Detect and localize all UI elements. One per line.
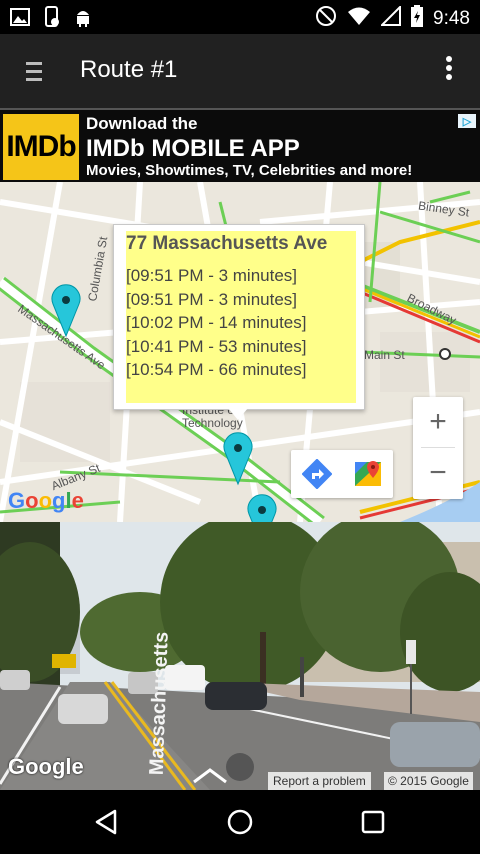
google-logo: Google bbox=[8, 754, 84, 779]
arrival-time: [10:02 PM - 14 minutes] bbox=[126, 313, 307, 332]
app-bar: Route #1 bbox=[0, 34, 480, 108]
street-view[interactable]: Massachusetts Google Report a problem © … bbox=[0, 522, 480, 790]
copyright-label: © 2015 Google bbox=[384, 772, 473, 790]
imdb-logo: IMDb bbox=[3, 114, 79, 180]
route-pin[interactable] bbox=[246, 492, 278, 522]
arrival-time: [09:51 PM - 3 minutes] bbox=[126, 266, 298, 285]
map-view[interactable]: Binney St Columbia St Massachusetts Ave … bbox=[0, 182, 480, 522]
info-window-content: 77 Massachusetts Ave [09:51 PM - 3 minut… bbox=[126, 231, 356, 403]
ad-line-2: IMDb MOBILE APP bbox=[86, 135, 300, 162]
ad-banner[interactable]: IMDb Download the IMDb MOBILE APP Movies… bbox=[0, 108, 480, 182]
home-button[interactable] bbox=[222, 806, 258, 838]
street-view-image bbox=[0, 522, 480, 790]
page-title: Route #1 bbox=[80, 56, 178, 83]
arrival-time: [10:54 PM - 66 minutes] bbox=[126, 360, 307, 379]
directions-icon bbox=[301, 459, 332, 489]
arrival-list: [09:51 PM - 3 minutes] [09:51 PM - 3 min… bbox=[126, 264, 306, 382]
zoom-in-button[interactable]: + bbox=[413, 397, 463, 447]
phone-sync-icon bbox=[44, 6, 60, 33]
map-toolbar bbox=[291, 450, 393, 498]
system-nav-bar bbox=[0, 790, 480, 854]
hamburger-icon[interactable] bbox=[26, 62, 42, 82]
street-view-arrow-icon[interactable] bbox=[192, 768, 228, 784]
back-button[interactable] bbox=[88, 806, 124, 838]
stop-title: 77 Massachusetts Ave bbox=[126, 233, 328, 254]
gallery-icon bbox=[10, 8, 30, 31]
status-bar: 9:48 bbox=[0, 0, 480, 34]
recents-button[interactable] bbox=[355, 806, 391, 838]
route-pin[interactable] bbox=[222, 430, 254, 486]
arrival-time: [10:41 PM - 53 minutes] bbox=[126, 336, 307, 356]
street-label: Main St bbox=[364, 348, 405, 362]
open-maps-button[interactable] bbox=[342, 450, 393, 498]
adchoices-icon[interactable]: ▷ bbox=[458, 114, 476, 128]
battery-icon bbox=[411, 5, 424, 32]
arrival-time: [09:51 PM - 3 minutes] bbox=[126, 289, 298, 309]
route-pin[interactable] bbox=[50, 282, 82, 338]
recents-icon bbox=[361, 810, 385, 834]
ad-line-1: Download the bbox=[86, 114, 198, 133]
report-problem-link[interactable]: Report a problem bbox=[268, 772, 371, 790]
screen: 9:48 Route #1 IMDb Download the IMDb MOB… bbox=[0, 0, 480, 854]
wifi-icon bbox=[347, 6, 371, 31]
google-maps-icon bbox=[354, 461, 381, 486]
clock: 9:48 bbox=[433, 7, 470, 29]
signal-icon bbox=[379, 4, 402, 31]
info-window[interactable]: 77 Massachusetts Ave [09:51 PM - 3 minut… bbox=[113, 224, 365, 410]
back-icon bbox=[95, 809, 117, 835]
more-vert-icon[interactable] bbox=[446, 56, 454, 86]
google-logo: Google bbox=[8, 488, 84, 513]
ad-line-3: Movies, Showtimes, TV, Celebrities and m… bbox=[86, 162, 413, 179]
info-window-pointer bbox=[228, 408, 248, 420]
directions-button[interactable] bbox=[291, 450, 342, 498]
android-icon bbox=[74, 7, 92, 32]
zoom-controls: + − bbox=[413, 397, 463, 499]
zoom-out-button[interactable]: − bbox=[413, 448, 463, 498]
home-icon bbox=[227, 809, 253, 835]
do-not-disturb-icon bbox=[315, 5, 337, 32]
